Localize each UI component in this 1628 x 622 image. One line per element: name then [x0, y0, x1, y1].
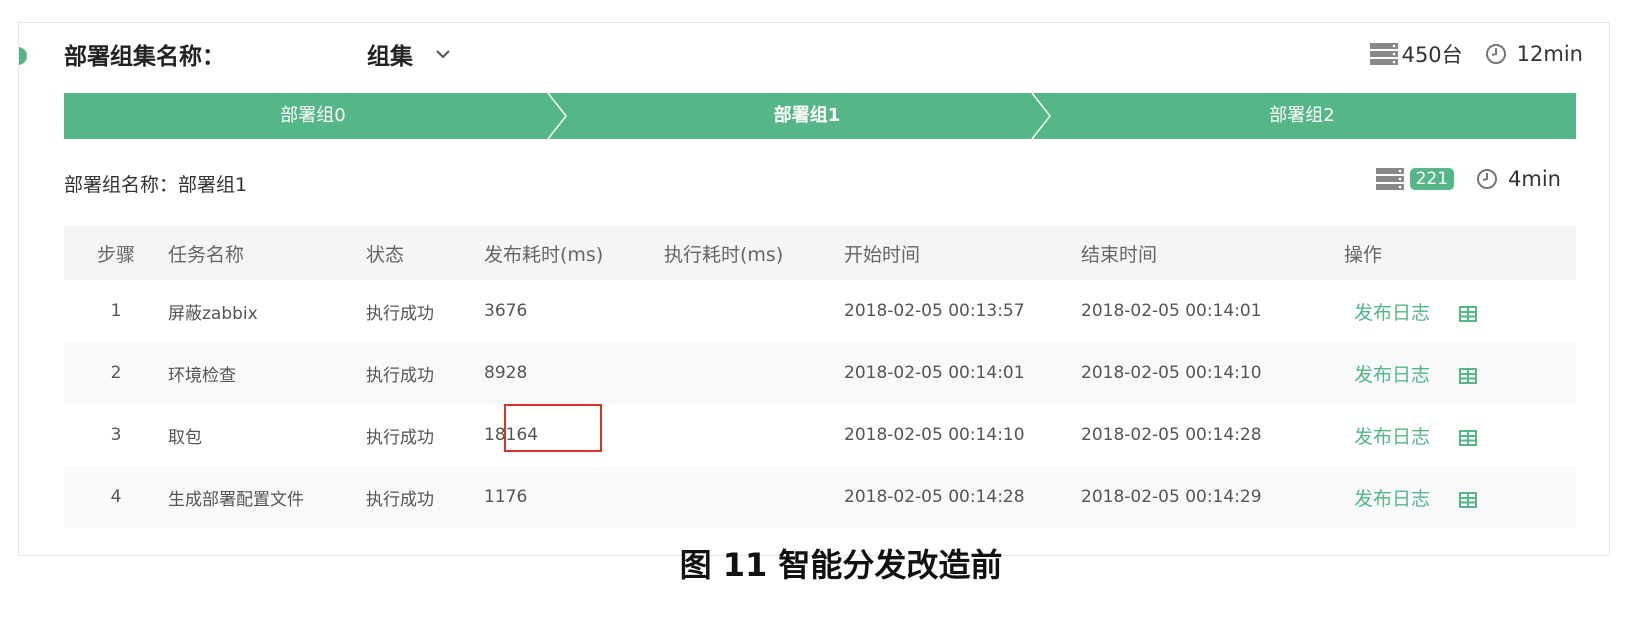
col-header-end-time: 结束时间	[1081, 243, 1158, 266]
step-tab-0[interactable]: 部署组0	[64, 93, 562, 139]
table-grid-icon[interactable]	[1459, 367, 1478, 384]
col-header-status: 状态	[366, 243, 405, 266]
cell-task-name: 屏蔽zabbix	[168, 303, 258, 324]
step-tab-2[interactable]: 部署组2	[1052, 93, 1552, 139]
cell-task-name: 取包	[168, 427, 202, 448]
cell-step: 2	[110, 363, 122, 383]
group-set-stats: 450台 12min	[1369, 39, 1583, 69]
cell-start-time: 2018-02-05 00:14:10	[844, 425, 1025, 445]
task-table: 步骤 任务名称 状态 发布耗时(ms) 执行耗时(ms) 开始时间 结束时间 操…	[64, 226, 1576, 528]
publish-log-link[interactable]: 发布日志	[1354, 488, 1430, 510]
publish-log-link[interactable]: 发布日志	[1354, 426, 1430, 448]
table-row: 4 生成部署配置文件 执行成功 1176 2018-02-05 00:14:28…	[64, 466, 1576, 528]
deploy-group-steps: 部署组0 部署组1 部署组2	[64, 93, 1576, 139]
step-tab-1[interactable]: 部署组1	[568, 93, 1046, 139]
table-row: 3 取包 执行成功 18164 2018-02-05 00:14:10 2018…	[64, 404, 1576, 466]
step-label: 部署组1	[773, 105, 841, 126]
step-label: 部署组0	[280, 105, 346, 126]
server-stack-icon	[1375, 168, 1404, 190]
cell-actions: 发布日志	[1330, 342, 1576, 404]
publish-log-link[interactable]: 发布日志	[1354, 302, 1430, 324]
group-duration: 4min	[1508, 167, 1561, 191]
server-count-badge: 221	[1409, 168, 1455, 190]
group-title: 部署组名称：部署组1	[64, 174, 248, 196]
table-grid-icon[interactable]	[1459, 305, 1478, 322]
cell-actions: 发布日志	[1330, 280, 1576, 342]
cell-actions: 发布日志	[1330, 404, 1576, 466]
col-header-publish-time: 发布耗时(ms)	[484, 243, 604, 266]
cell-publish-ms: 3676	[484, 301, 528, 321]
cell-status: 执行成功	[366, 365, 434, 386]
chevron-down-icon[interactable]	[435, 46, 451, 62]
cell-actions: 发布日志	[1330, 466, 1576, 528]
step-label: 部署组2	[1269, 105, 1335, 126]
col-header-exec-time: 执行耗时(ms)	[664, 243, 784, 266]
group-set-title-prefix: 部署组集名称：	[64, 44, 225, 70]
cell-end-time: 2018-02-05 00:14:01	[1081, 301, 1262, 321]
cell-step: 4	[110, 487, 122, 507]
cell-publish-ms: 8928	[484, 363, 528, 383]
cell-start-time: 2018-02-05 00:13:57	[844, 301, 1025, 321]
col-header-name: 任务名称	[168, 243, 245, 266]
cell-status: 执行成功	[366, 427, 434, 448]
clock-icon	[1485, 44, 1506, 64]
step-separator	[1031, 93, 1051, 139]
table-row: 1 屏蔽zabbix 执行成功 3676 2018-02-05 00:13:57…	[64, 280, 1576, 342]
group-set-title[interactable]: 部署组集名称： 组集	[64, 37, 451, 71]
group-set-title-part2: 组集	[367, 44, 413, 70]
cell-exec-ms	[664, 342, 844, 404]
cell-exec-ms	[664, 466, 844, 528]
step-separator	[547, 93, 567, 139]
cell-end-time: 2018-02-05 00:14:28	[1081, 425, 1262, 445]
cell-status: 执行成功	[366, 303, 434, 324]
cell-end-time: 2018-02-05 00:14:10	[1081, 363, 1262, 383]
cell-task-name: 环境检查	[168, 365, 236, 386]
cell-step: 1	[110, 301, 122, 321]
cell-start-time: 2018-02-05 00:14:28	[844, 487, 1025, 507]
table-header-row: 步骤 任务名称 状态 发布耗时(ms) 执行耗时(ms) 开始时间 结束时间 操…	[64, 226, 1576, 280]
clock-icon	[1477, 169, 1498, 189]
col-header-actions: 操作	[1344, 243, 1383, 266]
cell-end-time: 2018-02-05 00:14:29	[1081, 487, 1262, 507]
cell-step: 3	[110, 425, 122, 445]
status-dot	[19, 47, 27, 65]
publish-log-link[interactable]: 发布日志	[1354, 364, 1430, 386]
group-stats: 221 4min	[1375, 167, 1561, 191]
deploy-panel: 部署组集名称： 组集 450台 12min 部署组0 部署组1 部署组2 部署组…	[18, 22, 1610, 556]
server-count: 450台	[1401, 43, 1463, 67]
cell-task-name: 生成部署配置文件	[168, 489, 304, 510]
cell-exec-ms	[664, 280, 844, 342]
redacted-area	[225, 42, 367, 66]
table-grid-icon[interactable]	[1459, 429, 1478, 446]
cell-publish-ms: 18164	[484, 425, 539, 445]
col-header-step: 步骤	[96, 243, 135, 266]
group-set-duration: 12min	[1516, 42, 1583, 66]
table-row: 2 环境检查 执行成功 8928 2018-02-05 00:14:01 201…	[64, 342, 1576, 404]
cell-publish-ms: 1176	[484, 487, 528, 507]
cell-status: 执行成功	[366, 489, 434, 510]
cell-start-time: 2018-02-05 00:14:01	[844, 363, 1025, 383]
server-stack-icon	[1369, 43, 1398, 65]
cell-exec-ms	[664, 404, 844, 466]
col-header-start-time: 开始时间	[844, 243, 921, 266]
table-grid-icon[interactable]	[1459, 491, 1478, 508]
figure-caption: 图 11 智能分发改造前	[679, 546, 1003, 584]
